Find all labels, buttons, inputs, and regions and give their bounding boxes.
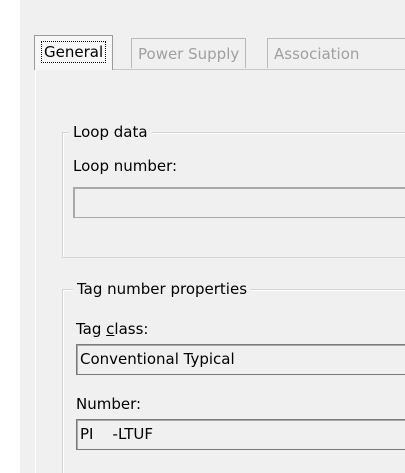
tab-page-highlight xyxy=(35,69,36,473)
tab-strip: General Power Supply Association xyxy=(20,0,405,80)
loop-number-label: Loop number: xyxy=(73,157,178,175)
loop-number-field[interactable] xyxy=(73,187,405,218)
number-field[interactable]: PI -LTUF xyxy=(76,419,405,450)
loop-data-group: Loop data Loop number: xyxy=(62,123,405,258)
tag-class-field[interactable]: Conventional Typical xyxy=(76,344,405,375)
tab-general[interactable]: General xyxy=(34,35,114,70)
tab-power-supply-label: Power Supply xyxy=(138,45,240,63)
tag-number-properties-group: Tag number properties Tag class: Convent… xyxy=(62,280,405,473)
tag-number-properties-title: Tag number properties xyxy=(73,280,252,298)
tab-association[interactable]: Association xyxy=(267,38,405,68)
tab-general-label: General xyxy=(41,41,107,63)
window-left-edge xyxy=(0,0,20,473)
tag-class-label: Tag class: xyxy=(76,320,149,338)
number-label: Number: xyxy=(76,395,142,413)
loop-data-title: Loop data xyxy=(69,123,152,141)
properties-panel: General Power Supply Association Loop da… xyxy=(20,0,405,473)
tab-association-label: Association xyxy=(274,45,360,63)
tab-power-supply[interactable]: Power Supply xyxy=(131,38,247,68)
